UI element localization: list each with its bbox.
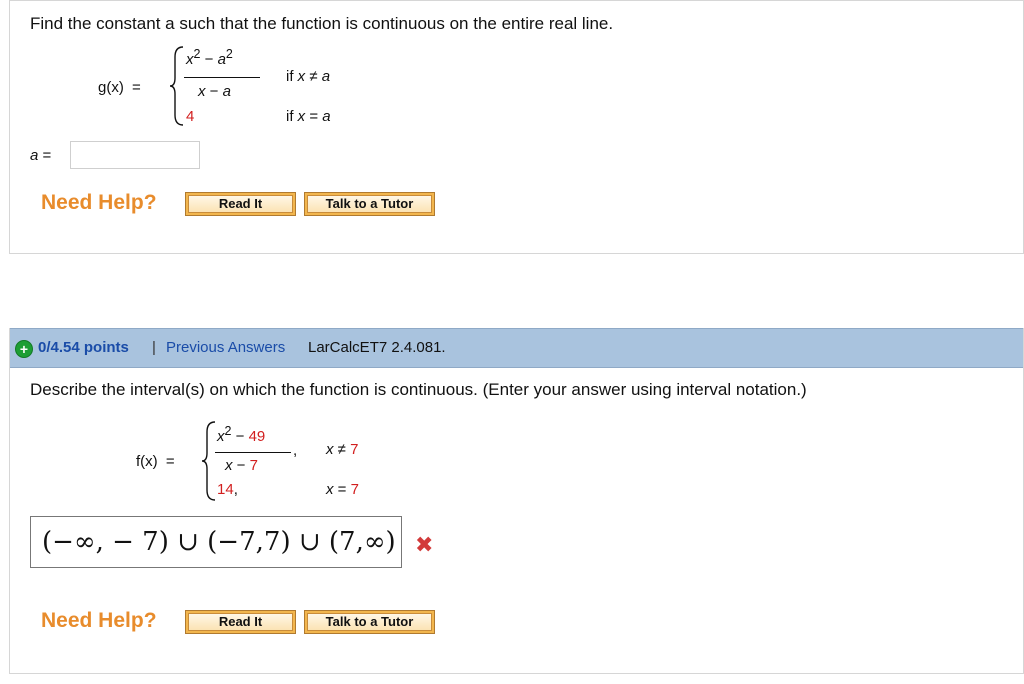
header-separator: |	[152, 339, 156, 356]
left-brace-icon	[169, 46, 184, 126]
numerator: x2 − 49	[217, 424, 266, 445]
talk-to-tutor-button[interactable]: Talk to a Tutor	[304, 610, 435, 634]
left-brace-icon	[201, 421, 216, 501]
question-1-prompt: Find the constant a such that the functi…	[30, 14, 613, 34]
case-1-comma: ,	[293, 442, 298, 459]
case-2-value: 4	[186, 108, 195, 125]
case-1-condition: if x ≠ a	[286, 68, 331, 85]
previous-answers-link[interactable]: Previous Answers	[166, 329, 285, 367]
expand-plus-icon[interactable]: +	[15, 340, 33, 358]
function-name-g: g(x) =	[98, 79, 141, 96]
problem-reference: LarCalcET7 2.4.081.	[308, 339, 446, 356]
read-it-button[interactable]: Read It	[185, 610, 296, 634]
denominator: x − a	[198, 83, 231, 100]
case-1-condition: x ≠ 7	[326, 441, 359, 458]
function-name-f: f(x) =	[136, 453, 175, 470]
fraction-bar	[215, 452, 291, 453]
answer-text: (−∞, − 7) ∪ (−7,7) ∪ (7,∞)	[42, 527, 396, 557]
case-2-condition: if x = a	[286, 108, 331, 125]
denominator: x − 7	[225, 457, 258, 474]
need-help-label: Need Help?	[41, 191, 157, 214]
read-it-button[interactable]: Read It	[185, 192, 296, 216]
question-2-prompt: Describe the interval(s) on which the fu…	[30, 380, 807, 399]
fraction-bar	[184, 77, 260, 78]
points-score: 0/4.54 points	[38, 339, 129, 356]
answer-a-input[interactable]	[70, 141, 200, 169]
question-2-panel: + 0/4.54 points | Previous Answers LarCa…	[9, 328, 1024, 674]
case-2-condition: x = 7	[326, 481, 359, 498]
question-1-panel: Find the constant a such that the functi…	[9, 0, 1024, 254]
prompt-text: Find the constant a such that the functi…	[30, 14, 614, 33]
interval-answer-field[interactable]: (−∞, − 7) ∪ (−7,7) ∪ (7,∞)	[30, 516, 402, 568]
answer-label: a =	[30, 147, 52, 164]
talk-to-tutor-button[interactable]: Talk to a Tutor	[304, 192, 435, 216]
incorrect-cross-icon: ✖	[415, 532, 434, 557]
need-help-label: Need Help?	[41, 609, 157, 632]
question-header: + 0/4.54 points | Previous Answers LarCa…	[10, 328, 1023, 368]
numerator: x2 − a2	[186, 47, 233, 68]
case-2-value: 14,	[217, 481, 238, 498]
